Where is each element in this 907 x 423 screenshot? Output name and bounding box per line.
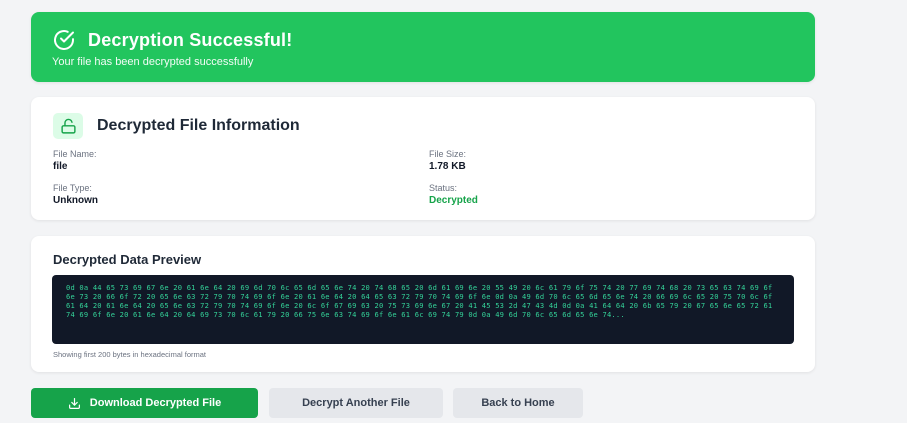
status-value: Decrypted xyxy=(429,195,478,206)
back-to-home-label: Back to Home xyxy=(481,397,555,409)
download-icon xyxy=(68,397,80,409)
download-decrypted-file-button[interactable]: Download Decrypted File xyxy=(31,388,258,418)
download-button-label: Download Decrypted File xyxy=(89,397,222,409)
unlock-icon-badge xyxy=(53,113,83,139)
decrypt-another-file-button[interactable]: Decrypt Another File xyxy=(269,388,443,418)
file-type-label: File Type: xyxy=(53,183,92,193)
file-name-label: File Name: xyxy=(53,149,97,159)
file-info-header: Decrypted File Information xyxy=(53,113,300,139)
file-information-card: Decrypted File Information File Name: fi… xyxy=(31,97,815,220)
file-type-field: File Type: Unknown xyxy=(53,182,98,207)
preview-heading: Decrypted Data Preview xyxy=(53,252,202,267)
banner-subtitle: Your file has been decrypted successfull… xyxy=(52,56,254,68)
status-field: Status: Decrypted xyxy=(429,182,478,207)
preview-note: Showing first 200 bytes in hexadecimal f… xyxy=(53,350,206,359)
status-label: Status: xyxy=(429,183,458,193)
file-info-heading: Decrypted File Information xyxy=(97,117,300,134)
file-size-value: 1.78 KB xyxy=(429,161,466,172)
hex-preview: 0d 0a 44 65 73 69 67 6e 20 61 6e 64 20 6… xyxy=(52,275,794,344)
back-to-home-button[interactable]: Back to Home xyxy=(453,388,583,418)
file-name-field: File Name: file xyxy=(53,148,97,173)
file-size-field: File Size: 1.78 KB xyxy=(429,148,466,173)
data-preview-card: Decrypted Data Preview 0d 0a 44 65 73 69… xyxy=(31,236,815,372)
check-circle-icon xyxy=(54,30,74,50)
file-size-label: File Size: xyxy=(429,149,467,159)
unlock-icon xyxy=(60,118,76,134)
banner-title-row: Decryption Successful! xyxy=(52,28,292,52)
file-type-value: Unknown xyxy=(53,195,98,206)
banner-title: Decryption Successful! xyxy=(88,29,293,50)
decrypt-another-label: Decrypt Another File xyxy=(302,397,410,409)
file-name-value: file xyxy=(53,161,68,172)
success-banner: Decryption Successful! Your file has bee… xyxy=(31,12,815,82)
